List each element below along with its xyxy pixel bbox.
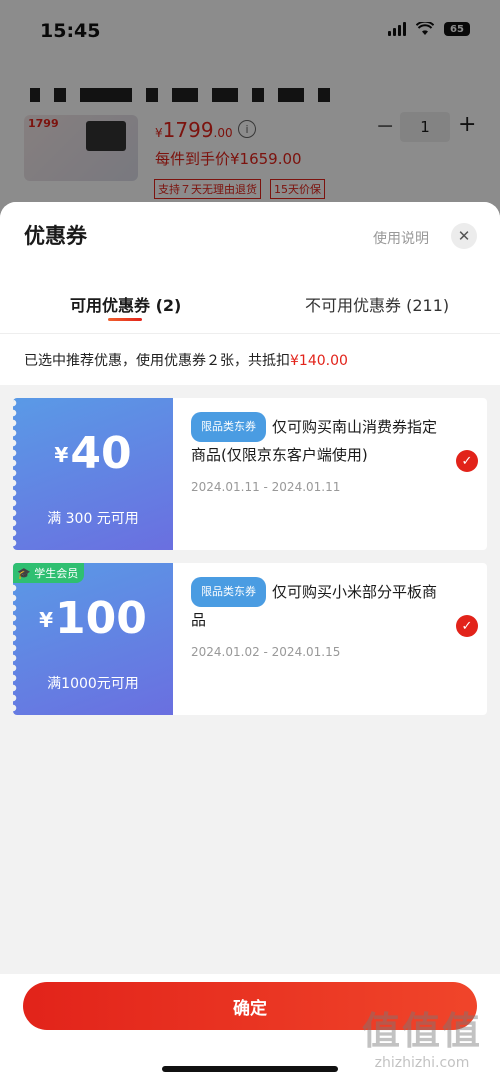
- watermark: 值值值 zhizhizhi.com: [361, 1009, 482, 1071]
- coupon-condition: 满1000元可用: [47, 676, 139, 692]
- close-button[interactable]: ✕: [451, 223, 477, 249]
- usage-instructions-link[interactable]: 使用说明: [373, 228, 429, 248]
- coupon-sheet: 优惠券 使用说明 ✕ 可用优惠券 (2) 不可用优惠券 (211) 已选中推荐优…: [0, 202, 500, 1082]
- sheet-title: 优惠券: [24, 224, 87, 248]
- tab-unavailable-coupons[interactable]: 不可用优惠券 (211): [305, 292, 449, 316]
- active-tab-indicator: [108, 318, 142, 321]
- coupon-card[interactable]: ¥40 满 300 元可用 限品类东券 仅可购买南山消费券指定商品(仅限京东客户端…: [13, 398, 487, 550]
- coupon-card[interactable]: 🎓 学生会员 ¥100 满1000元可用 限品类东券 仅可购买小米部分平板商品 2…: [13, 563, 487, 715]
- sheet-header: 优惠券 使用说明 ✕ 可用优惠券 (2) 不可用优惠券 (211) 已选中推荐优…: [0, 202, 500, 385]
- coupon-condition: 满 300 元可用: [47, 511, 139, 527]
- category-tag: 限品类东券: [191, 577, 266, 607]
- student-member-badge: 🎓 学生会员: [13, 563, 85, 583]
- home-indicator: [162, 1066, 338, 1072]
- category-tag: 限品类东券: [191, 412, 266, 442]
- check-icon[interactable]: ✓: [456, 450, 478, 472]
- coupon-dates: 2024.01.11 - 2024.01.11: [191, 480, 341, 494]
- coupon-amount: ¥40: [54, 428, 132, 479]
- coupon-details: 限品类东券 仅可购买小米部分平板商品 2024.01.02 - 2024.01.1…: [191, 577, 451, 659]
- coupon-dates: 2024.01.02 - 2024.01.15: [191, 645, 341, 659]
- coupon-details: 限品类东券 仅可购买南山消费券指定商品(仅限京东客户端使用) 2024.01.11…: [191, 412, 451, 494]
- coupon-value-panel: 🎓 学生会员 ¥100 满1000元可用: [13, 563, 173, 715]
- close-icon: ✕: [457, 227, 471, 245]
- coupon-value-panel: ¥40 满 300 元可用: [13, 398, 173, 550]
- coupon-amount: ¥100: [39, 593, 147, 644]
- selection-summary: 已选中推荐优惠，使用优惠券２张，共抵扣¥140.00: [24, 353, 348, 369]
- tab-available-coupons[interactable]: 可用优惠券 (2): [70, 292, 181, 316]
- discount-amount: ¥140.00: [290, 353, 348, 369]
- dim-overlay[interactable]: [0, 0, 500, 215]
- check-icon[interactable]: ✓: [456, 615, 478, 637]
- divider: [0, 333, 500, 334]
